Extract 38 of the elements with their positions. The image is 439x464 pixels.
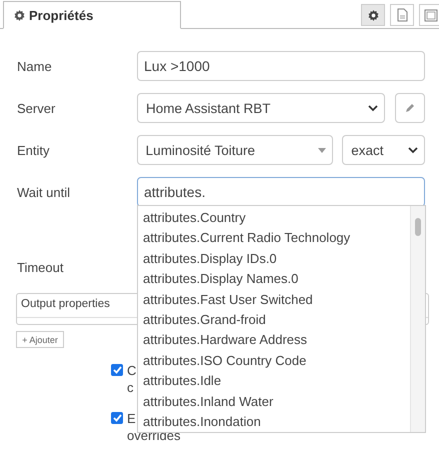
caret-icon xyxy=(318,148,326,152)
scrollbar[interactable] xyxy=(410,206,425,432)
suggestion-item[interactable]: attributes.Country xyxy=(138,208,410,228)
suggestion-item[interactable]: attributes.Inland Water xyxy=(138,392,410,412)
suggestion-item[interactable]: attributes.Hardware Address xyxy=(138,330,410,351)
document-button[interactable] xyxy=(390,4,414,26)
gear-icon xyxy=(14,10,25,20)
entity-select[interactable]: Luminosité Toiture xyxy=(136,135,334,165)
checkbox[interactable] xyxy=(111,364,123,376)
chevron-down-icon xyxy=(368,104,378,112)
suggestion-item[interactable]: attributes.Display IDs.0 xyxy=(138,248,410,270)
match-select[interactable]: exact xyxy=(342,135,425,165)
field-label: Entity xyxy=(17,142,51,158)
scroll-thumb[interactable] xyxy=(415,218,421,236)
server-select[interactable]: Home Assistant RBT xyxy=(137,93,385,123)
frame-icon xyxy=(424,8,438,22)
suggestion-item[interactable]: attributes.Current Radio Technology xyxy=(138,228,410,249)
field-label: Name xyxy=(17,58,53,74)
suggestion-item[interactable]: attributes.ISO Country Code xyxy=(138,350,410,372)
suggestion-item[interactable]: attributes.Display Names.0 xyxy=(138,269,410,290)
chevron-down-icon xyxy=(408,146,418,154)
frame-button[interactable] xyxy=(419,4,439,26)
name-input[interactable]: Lux >1000 xyxy=(137,51,425,81)
document-icon xyxy=(396,8,408,22)
suggestion-item[interactable]: attributes.Idle xyxy=(138,371,410,392)
checkbox[interactable] xyxy=(111,412,123,424)
add-button[interactable]: + Ajouter xyxy=(16,331,64,348)
field-label: Server xyxy=(17,100,56,116)
edit-button[interactable] xyxy=(395,93,425,123)
properties-tab[interactable]: Propriétés xyxy=(3,1,181,29)
input-field[interactable]: attributes. xyxy=(137,177,425,207)
checkbox-label: C xyxy=(127,362,136,379)
checkbox-label: c xyxy=(127,379,134,396)
pencil-icon xyxy=(405,103,415,113)
field-label: Wait until xyxy=(17,184,71,200)
field-label: Timeout xyxy=(17,260,64,275)
gear-button[interactable] xyxy=(361,4,385,26)
gear-icon xyxy=(368,10,378,20)
